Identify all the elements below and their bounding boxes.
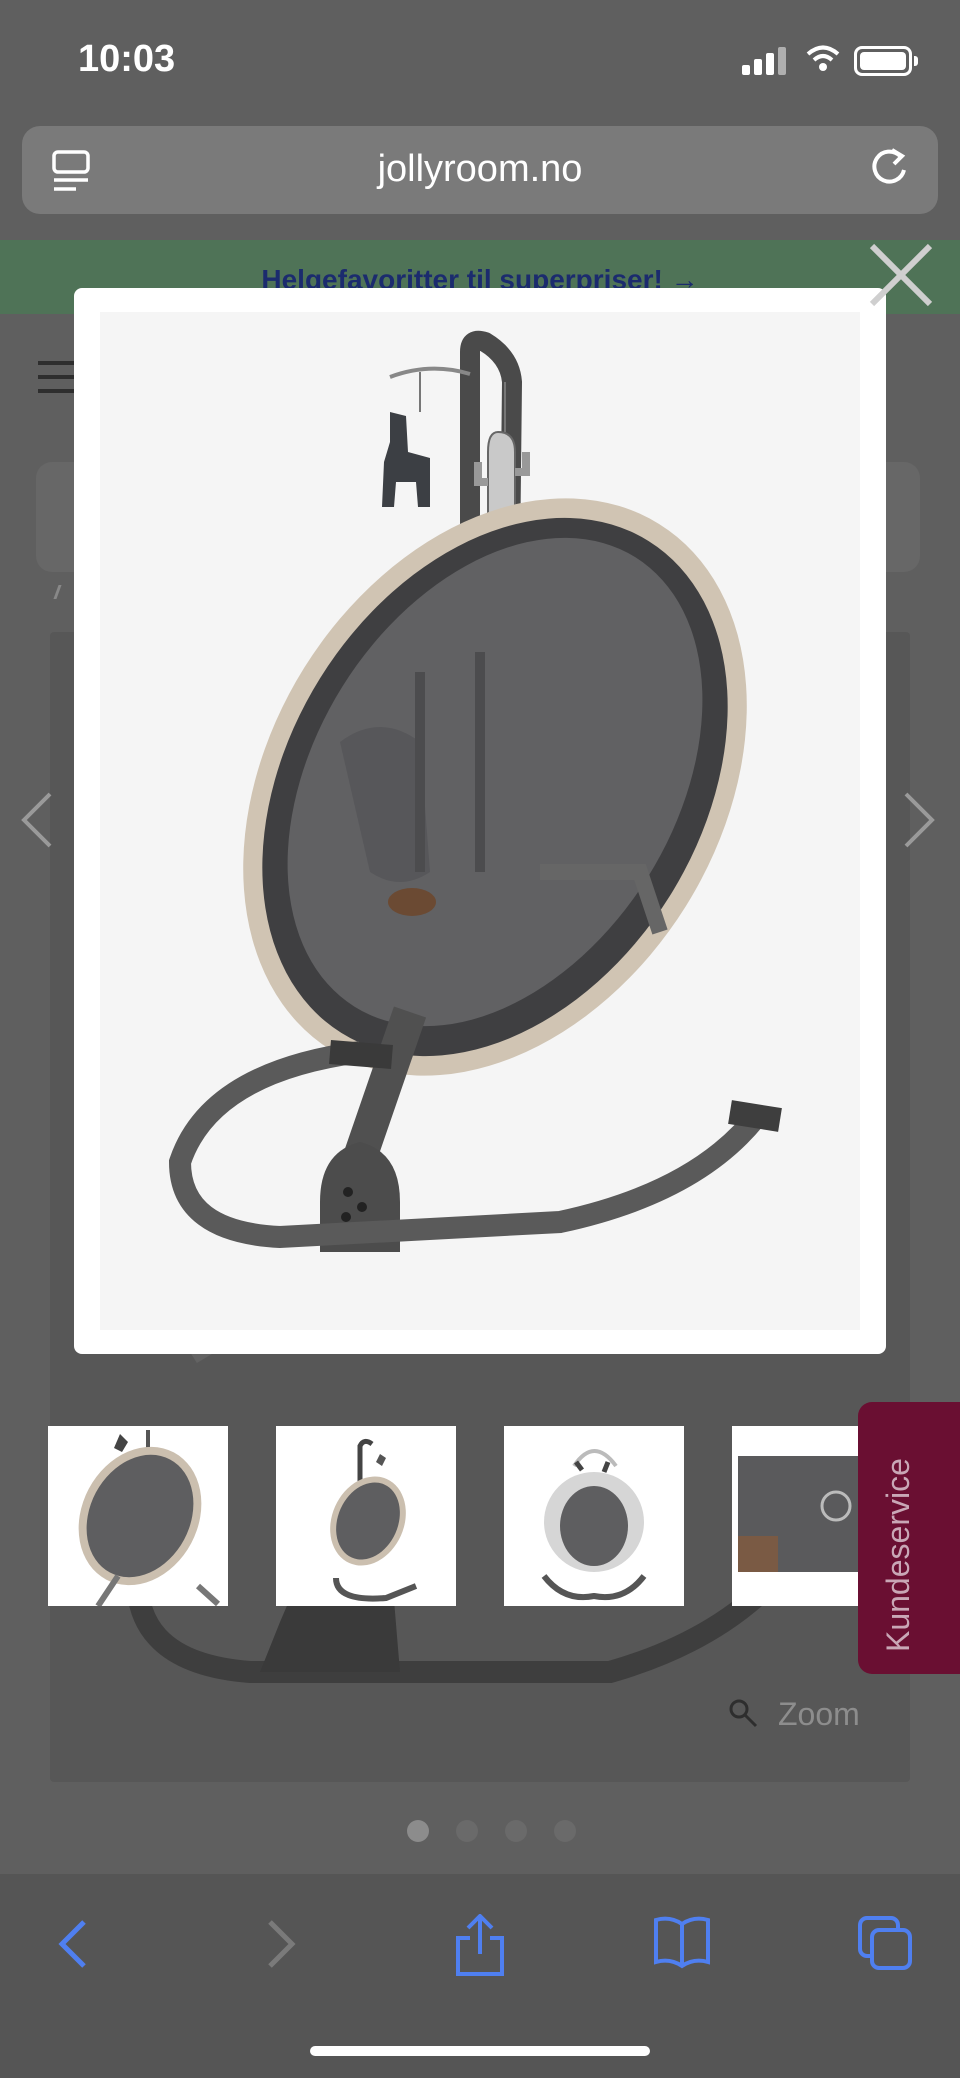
back-icon[interactable]	[52, 1914, 92, 1979]
breadcrumb	[53, 585, 76, 599]
product-image[interactable]	[100, 312, 860, 1330]
home-indicator	[310, 2046, 650, 2056]
customer-service-label: Kundeservice	[880, 1458, 916, 1652]
share-icon[interactable]	[452, 1913, 508, 1983]
address-bar[interactable]: jollyroom.no	[22, 126, 938, 214]
book-icon[interactable]	[652, 1914, 712, 1975]
carousel-dot-4[interactable]	[554, 1820, 576, 1842]
carousel-dot-2[interactable]	[456, 1820, 478, 1842]
thumbnail-2[interactable]	[276, 1426, 456, 1606]
wifi-icon	[806, 44, 840, 77]
status-time: 10:03	[78, 38, 176, 80]
image-lightbox	[74, 288, 886, 1354]
menu-icon	[38, 360, 78, 399]
chevron-left-icon[interactable]	[18, 790, 54, 855]
thumbnail-1[interactable]	[48, 1426, 228, 1606]
magnifier-icon[interactable]	[728, 1698, 758, 1733]
url-text: jollyroom.no	[377, 148, 583, 190]
carousel-dot-1[interactable]	[407, 1820, 429, 1842]
tabs-icon[interactable]	[856, 1914, 914, 1977]
customer-service-tab[interactable]: Kundeservice	[858, 1402, 960, 1674]
chevron-right-icon[interactable]	[902, 790, 938, 855]
signal-icon	[742, 47, 790, 75]
reload-icon[interactable]	[866, 146, 912, 197]
carousel-dot-3[interactable]	[505, 1820, 527, 1842]
battery-icon	[854, 46, 918, 76]
zoom-label[interactable]: Zoom	[778, 1696, 860, 1733]
thumbnail-3[interactable]	[504, 1426, 684, 1606]
close-icon[interactable]	[866, 240, 936, 310]
forward-icon[interactable]	[262, 1914, 302, 1979]
